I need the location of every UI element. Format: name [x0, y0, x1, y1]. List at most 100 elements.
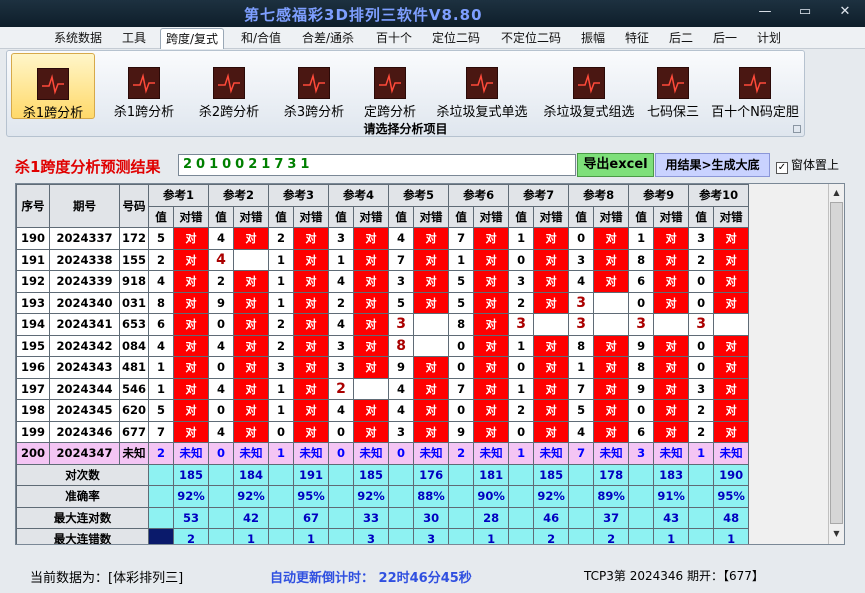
stats-label: 对次数 — [16, 463, 149, 486]
menu-amplitude[interactable]: 振幅 — [581, 28, 605, 49]
minimize-button[interactable]: — — [754, 3, 776, 21]
ref-check-correct: 对 — [653, 227, 690, 250]
ref-value: 3 — [388, 420, 415, 443]
stats-filler — [208, 463, 235, 486]
table-row[interactable]: 192 2024339 918 4 对 2 对 1 对 4 对 3 对 5 对 3 对 4 对 6 对 0 对 — [16, 270, 750, 293]
row-code: 155 — [119, 248, 149, 271]
table-row[interactable]: 194 2024341 653 6 对 0 对 2 对 4 对 3 8 对 3 3 3 3 — [16, 313, 750, 336]
col-subheader-check: 对错 — [713, 205, 750, 228]
menu-diff-kill[interactable]: 合差/通杀 — [302, 28, 354, 49]
ref-prediction-value: 7 — [568, 442, 595, 465]
stats-value: 1 — [653, 528, 690, 544]
generate-base-button[interactable]: 用结果>生成大底 — [655, 153, 770, 177]
menu-nonposition-two[interactable]: 不定位二码 — [501, 28, 561, 49]
ribbon-kill3-span[interactable]: 杀3跨分析 — [272, 53, 356, 120]
chart-icon — [573, 67, 605, 99]
table-row-prediction[interactable]: 200 2024347 未知 2 未知 0 未知 1 未知 0 未知 0 未知 2 未知 1 未知 7 未知 3 未知 1… — [16, 442, 750, 465]
col-subheader-value: 值 — [388, 205, 415, 228]
ref-check-correct: 对 — [233, 291, 270, 314]
col-subheader-value: 值 — [628, 205, 655, 228]
ribbon-kill1-span-selected[interactable]: 杀1跨分析 — [11, 53, 95, 121]
result-field[interactable]: 2010021731 — [178, 154, 576, 176]
ribbon-kill1-span[interactable]: 杀1跨分析 — [102, 53, 186, 120]
menu-feature[interactable]: 特征 — [625, 28, 649, 49]
ref-check-correct: 对 — [473, 313, 510, 336]
ref-value: 3 — [688, 313, 715, 336]
menu-system-data[interactable]: 系统数据 — [54, 28, 102, 49]
ref-value: 9 — [388, 356, 415, 379]
ref-value: 4 — [328, 399, 355, 422]
col-header-ref: 参考7 — [508, 184, 570, 207]
row-issue: 2024345 — [49, 399, 120, 422]
stats-value: 89% — [593, 485, 630, 508]
ref-value: 8 — [448, 313, 475, 336]
table-row[interactable]: 193 2024340 031 8 对 9 对 1 对 2 对 5 对 5 对 2 对 3 0 对 0 对 — [16, 291, 750, 314]
ref-check-correct: 对 — [713, 356, 750, 379]
row-code: 172 — [119, 227, 149, 250]
menu-sum[interactable]: 和/合值 — [241, 28, 281, 49]
ribbon-fixed-span[interactable]: 定跨分析 — [357, 53, 423, 120]
table-row[interactable]: 198 2024345 620 5 对 0 对 1 对 4 对 4 对 0 对 2 对 5 对 0 对 2 对 — [16, 399, 750, 422]
export-excel-button[interactable]: 导出excel — [577, 153, 654, 177]
ref-value: 5 — [448, 270, 475, 293]
ribbon-label: 定跨分析 — [363, 105, 416, 120]
col-subheader-value: 值 — [688, 205, 715, 228]
stats-value: 3 — [413, 528, 450, 544]
scroll-thumb[interactable] — [830, 202, 843, 524]
menu-last-one[interactable]: 后一 — [713, 28, 737, 49]
ribbon-hundred-ten-one-n[interactable]: 百十个N码定胆 — [707, 53, 803, 120]
ref-value: 2 — [148, 248, 174, 271]
ref-check-correct: 对 — [473, 356, 510, 379]
chart-icon — [298, 67, 330, 99]
ref-value: 3 — [688, 377, 715, 400]
ref-check-wrong — [413, 313, 450, 336]
stats-value: 185 — [533, 463, 570, 486]
table-row[interactable]: 197 2024344 546 1 对 4 对 1 对 2 4 对 7 对 1 对 7 对 9 对 3 对 — [16, 377, 750, 400]
ref-value: 4 — [568, 420, 595, 443]
ribbon-seven-code[interactable]: 七码保三 — [643, 53, 703, 120]
vertical-scrollbar[interactable]: ▲ ▼ — [828, 184, 844, 544]
ribbon-kill2-span[interactable]: 杀2跨分析 — [187, 53, 271, 120]
close-button[interactable]: ✕ — [834, 3, 856, 21]
scroll-up-icon[interactable]: ▲ — [830, 185, 843, 201]
stats-value: 1 — [233, 528, 270, 544]
ref-value: 7 — [448, 227, 475, 250]
chart-icon — [374, 67, 406, 99]
ref-check-correct: 对 — [593, 248, 630, 271]
row-issue: 2024343 — [49, 356, 120, 379]
ref-check-correct: 对 — [593, 399, 630, 422]
ribbon-junk-group[interactable]: 杀垃圾复式组选 — [537, 53, 641, 120]
table-row[interactable]: 195 2024342 084 4 对 4 对 2 对 3 对 8 0 对 1 对 8 对 9 对 0 对 — [16, 334, 750, 357]
ref-check-wrong — [413, 334, 450, 357]
table-row[interactable]: 196 2024343 481 1 对 0 对 3 对 3 对 9 对 0 对 0 对 1 对 8 对 0 对 — [16, 356, 750, 379]
ribbon-expand-icon[interactable] — [793, 125, 801, 133]
ref-value: 3 — [388, 313, 415, 336]
menu-plan[interactable]: 计划 — [757, 28, 781, 49]
maximize-button[interactable]: ▭ — [794, 3, 816, 21]
ref-check-correct: 对 — [473, 291, 510, 314]
ref-value: 0 — [448, 334, 475, 357]
pin-window-checkbox[interactable]: ✓ 窗体置上 — [776, 156, 848, 174]
ref-check-correct: 对 — [353, 248, 390, 271]
stats-filler — [328, 528, 355, 544]
table-row[interactable]: 191 2024338 155 2 对 4 1 对 1 对 7 对 1 对 0 对 3 对 8 对 2 对 — [16, 248, 750, 271]
menu-position-two[interactable]: 定位二码 — [432, 28, 480, 49]
table-row[interactable]: 199 2024346 677 7 对 4 对 0 对 0 对 3 对 9 对 0 对 4 对 6 对 2 对 — [16, 420, 750, 443]
table-row[interactable]: 190 2024337 172 5 对 4 对 2 对 3 对 4 对 7 对 1 对 0 对 1 对 3 对 — [16, 227, 750, 250]
menu-hundred-ten-one[interactable]: 百十个 — [376, 28, 412, 49]
ribbon-junk-single[interactable]: 杀垃圾复式单选 — [430, 53, 534, 120]
ref-check-correct: 对 — [293, 291, 330, 314]
row-index: 199 — [16, 420, 50, 443]
ref-value: 0 — [208, 356, 235, 379]
pin-label: 窗体置上 — [791, 158, 840, 172]
ref-value: 0 — [268, 420, 295, 443]
scroll-down-icon[interactable]: ▼ — [830, 526, 843, 542]
ref-check-correct: 对 — [233, 420, 270, 443]
menu-last-two[interactable]: 后二 — [669, 28, 693, 49]
ref-check-correct: 对 — [233, 334, 270, 357]
menu-span-compound[interactable]: 跨度/复式 — [160, 28, 225, 49]
stats-value: 30 — [413, 506, 450, 529]
ribbon-label: 杀3跨分析 — [283, 105, 345, 120]
row-code: 918 — [119, 270, 149, 293]
menu-tools[interactable]: 工具 — [122, 28, 146, 49]
